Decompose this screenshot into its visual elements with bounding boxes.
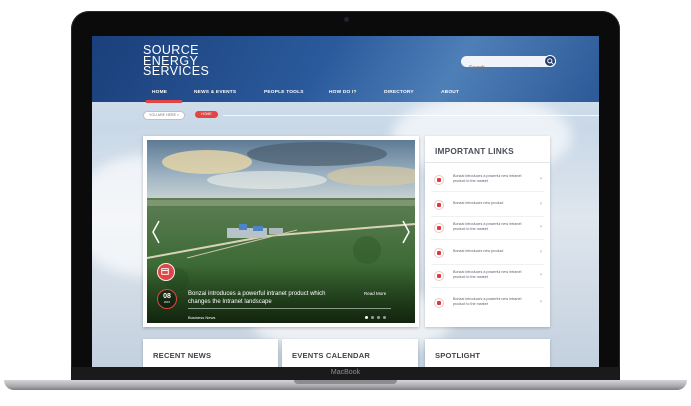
person-icon	[434, 248, 444, 258]
chevron-right-icon: ›	[540, 299, 542, 305]
important-link-text: Bonzai introduces a powerful new intrane…	[453, 297, 522, 306]
nav-item-home[interactable]: HOME	[146, 90, 182, 103]
laptop-base	[0, 372, 691, 392]
hero-divider	[188, 308, 391, 309]
nav-active-indicator	[146, 100, 182, 103]
important-link-text: Bonzai introduces a powerful new intrane…	[453, 222, 522, 231]
chevron-right-icon: ›	[540, 272, 542, 278]
calendar-glyph	[161, 268, 169, 275]
breadcrumb-home[interactable]: HOME	[195, 111, 218, 118]
slider-dot[interactable]	[377, 316, 380, 319]
important-link-item[interactable]: Bonzai introduces a powerful new intrane…	[425, 218, 550, 240]
important-link-item[interactable]: Bonzai introduces new product ›	[425, 195, 550, 217]
nav-item-how-do-i[interactable]: HOW DO I?	[329, 90, 357, 95]
tag-icon	[434, 200, 444, 210]
chevron-right-icon: ›	[540, 224, 542, 230]
date-year: 2015	[163, 300, 171, 304]
chevron-right-icon: ›	[540, 201, 542, 207]
tag-icon	[434, 271, 444, 281]
read-more-link[interactable]: Read More	[364, 291, 386, 296]
nav-item-news-events[interactable]: NEWS & EVENTS	[194, 90, 236, 95]
link-separator	[431, 216, 544, 217]
important-link-item[interactable]: Bonzai introduces a powerful new intrane…	[425, 266, 550, 288]
slider-dot[interactable]	[383, 316, 386, 319]
important-link-text: Bonzai introduces new product	[453, 249, 504, 253]
hero-slider[interactable]: 08 2015 Bonzai introduces a powerful int…	[143, 136, 419, 327]
search-box	[461, 55, 556, 74]
important-link-text: Bonzai introduces new product	[453, 201, 504, 205]
hero-category: Business News	[188, 315, 216, 320]
link-separator	[431, 191, 544, 192]
important-links-panel: IMPORTANT LINKS Bonzai introduces a powe…	[425, 136, 550, 327]
link-separator	[431, 287, 544, 288]
events-calendar-card: EVENTS CALENDAR	[282, 339, 418, 367]
important-link-item[interactable]: Bonzai introduces new product ›	[425, 243, 550, 265]
nav-item-people-tools[interactable]: PEOPLE TOOLS	[264, 90, 304, 95]
nav-item-about[interactable]: ABOUT	[441, 90, 459, 95]
slider-dot[interactable]	[371, 316, 374, 319]
search-input[interactable]	[461, 62, 539, 74]
site-logo[interactable]: SOURCE ENERGY SERVICES	[143, 44, 210, 78]
screen: SOURCE ENERGY SERVICES HOME NEWS & EVENT…	[92, 36, 599, 367]
important-link-text: Bonzai introduces a powerful new intrane…	[453, 270, 522, 279]
events-calendar-title: EVENTS CALENDAR	[292, 351, 371, 360]
important-links-title: IMPORTANT LINKS	[435, 146, 514, 156]
hero-image: 08 2015 Bonzai introduces a powerful int…	[147, 140, 415, 323]
spotlight-card: SPOTLIGHT	[425, 339, 550, 367]
chevron-right-icon: ›	[540, 176, 542, 182]
search-button[interactable]	[544, 55, 556, 67]
panel-divider	[425, 162, 550, 163]
recent-news-card: RECENT NEWS	[143, 339, 278, 367]
breadcrumb-prefix: YOU ARE HERE >	[143, 111, 186, 120]
spotlight-title: SPOTLIGHT	[435, 351, 481, 360]
chevron-left-icon[interactable]	[152, 220, 160, 244]
laptop-base-notch	[294, 380, 397, 384]
briefcase-icon	[434, 223, 444, 233]
slider-dot[interactable]	[365, 316, 368, 319]
link-separator	[431, 264, 544, 265]
calendar-icon[interactable]	[157, 263, 175, 281]
date-badge: 08 2015	[157, 289, 177, 309]
important-link-text: Bonzai introduces a powerful new intrane…	[453, 174, 522, 183]
important-link-item[interactable]: Bonzai introduces a powerful new intrane…	[425, 293, 550, 315]
link-separator	[431, 239, 544, 240]
nav-item-directory[interactable]: DIRECTORY	[384, 90, 414, 95]
search-icon	[547, 58, 554, 65]
breadcrumb-rule	[223, 115, 599, 116]
chevron-right-icon[interactable]	[402, 220, 410, 244]
nav-item-label: HOME	[152, 90, 168, 95]
important-link-item[interactable]: Bonzai introduces a powerful new intrane…	[425, 170, 550, 192]
site-header: SOURCE ENERGY SERVICES HOME NEWS & EVENT…	[92, 36, 599, 103]
camera-icon	[343, 17, 349, 22]
recent-news-title: RECENT NEWS	[153, 351, 212, 360]
chevron-right-icon: ›	[540, 249, 542, 255]
logo-line: SERVICES	[143, 64, 210, 78]
briefcase-icon	[434, 298, 444, 308]
car-icon	[434, 175, 444, 185]
hero-title[interactable]: Bonzai introduces a powerful intranet pr…	[188, 290, 348, 306]
